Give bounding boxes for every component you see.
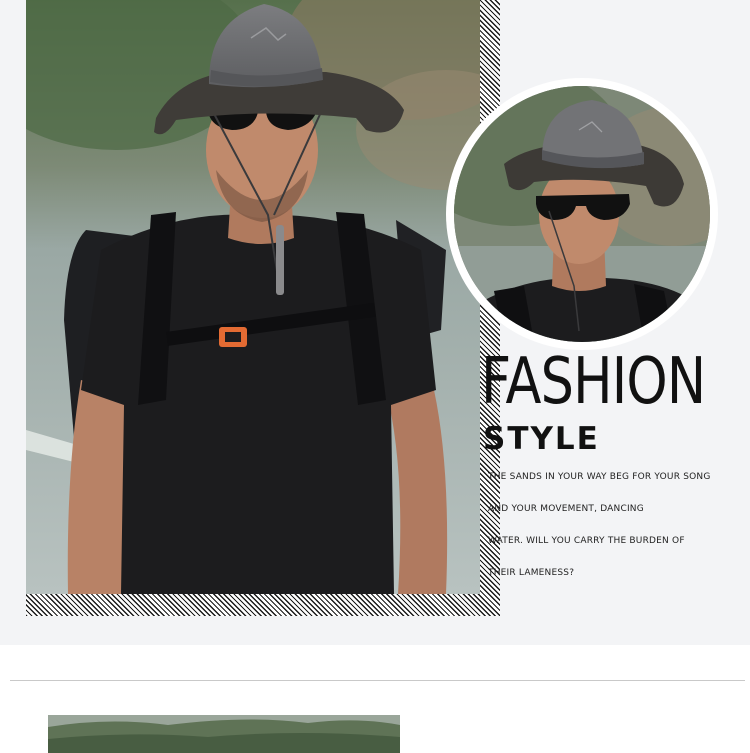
poem-line: THEIR LAMENESS?: [488, 568, 575, 578]
poem-line: THE SANDS IN YOUR WAY BEG FOR YOUR SONG: [488, 472, 711, 482]
divider: [10, 680, 745, 681]
circle-photo-frame: [446, 78, 718, 350]
subheadline: STYLE: [483, 421, 600, 457]
circle-photo: [454, 86, 710, 342]
main-photo: [26, 0, 480, 594]
poem-line: WATER. WILL YOU CARRY THE BURDEN OF: [488, 536, 685, 546]
headline: FASHION: [481, 345, 706, 419]
bottom-photo: [48, 715, 400, 753]
poem-line: AND YOUR MOVEMENT, DANCING: [488, 504, 644, 514]
